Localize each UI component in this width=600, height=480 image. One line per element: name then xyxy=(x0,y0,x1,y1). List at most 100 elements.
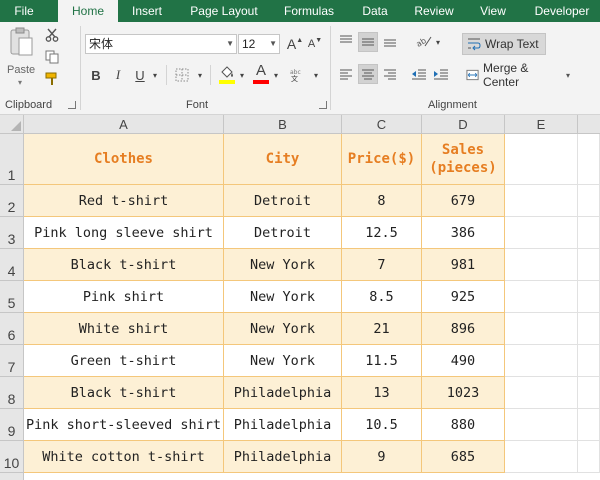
table-cell-city[interactable]: New York xyxy=(224,249,342,281)
table-cell-city[interactable]: Philadelphia xyxy=(224,409,342,441)
column-header-d[interactable]: D xyxy=(422,115,505,134)
row-header-10[interactable]: 10 xyxy=(0,441,24,473)
empty-cell[interactable] xyxy=(505,409,578,441)
row-header-7[interactable]: 7 xyxy=(0,345,24,377)
empty-cell[interactable] xyxy=(505,345,578,377)
row-header-4[interactable]: 4 xyxy=(0,249,24,281)
table-cell-city[interactable]: New York xyxy=(224,313,342,345)
table-cell-city[interactable]: Detroit xyxy=(224,185,342,217)
tab-review[interactable]: Review xyxy=(406,0,462,22)
table-cell-city[interactable]: New York xyxy=(224,345,342,377)
table-cell-price[interactable]: 8.5 xyxy=(342,281,422,313)
increase-font-size-button[interactable]: A ▲ xyxy=(286,34,304,54)
table-cell-clothes[interactable]: Red t-shirt xyxy=(24,185,224,217)
table-cell-clothes[interactable]: Pink long sleeve shirt xyxy=(24,217,224,249)
table-cell-city[interactable]: New York xyxy=(224,281,342,313)
tab-formulas[interactable]: Formulas xyxy=(276,0,342,22)
tab-view[interactable]: View xyxy=(470,0,516,22)
table-cell-clothes[interactable]: Pink short-sleeved shirt xyxy=(24,409,224,441)
table-cell-price[interactable]: 7 xyxy=(342,249,422,281)
header-cell-price[interactable]: Price($) xyxy=(342,134,422,185)
table-cell-sales[interactable]: 490 xyxy=(422,345,505,377)
fill-color-button[interactable] xyxy=(218,64,236,84)
tab-developer[interactable]: Developer xyxy=(524,0,600,22)
empty-cell[interactable] xyxy=(578,377,600,409)
table-cell-sales[interactable]: 925 xyxy=(422,281,505,313)
empty-cell[interactable] xyxy=(578,345,600,377)
clipboard-launcher-icon[interactable] xyxy=(68,101,76,109)
table-cell-price[interactable]: 12.5 xyxy=(342,217,422,249)
orientation-button[interactable]: ab xyxy=(414,32,434,50)
fill-color-dropdown-chevron-icon[interactable]: ▾ xyxy=(238,67,246,83)
header-cell-clothes[interactable]: Clothes xyxy=(24,134,224,185)
table-cell-price[interactable]: 10.5 xyxy=(342,409,422,441)
empty-cell[interactable] xyxy=(578,185,600,217)
empty-cell[interactable] xyxy=(505,249,578,281)
borders-button[interactable] xyxy=(174,66,190,84)
bold-button[interactable]: B xyxy=(89,65,103,85)
table-cell-sales[interactable]: 880 xyxy=(422,409,505,441)
empty-cell[interactable] xyxy=(505,441,578,473)
font-name-select[interactable]: 宋体 ▼ xyxy=(85,34,237,54)
row-header-8[interactable]: 8 xyxy=(0,377,24,409)
empty-cell[interactable] xyxy=(505,134,578,185)
empty-cell[interactable] xyxy=(578,409,600,441)
header-cell-city[interactable]: City xyxy=(224,134,342,185)
empty-cell[interactable] xyxy=(578,134,600,185)
bottom-align-button[interactable] xyxy=(382,32,398,50)
borders-dropdown-chevron-icon[interactable]: ▾ xyxy=(196,67,204,83)
copy-button[interactable] xyxy=(44,49,60,65)
table-cell-price[interactable]: 11.5 xyxy=(342,345,422,377)
italic-button[interactable]: I xyxy=(111,65,125,85)
decrease-indent-button[interactable] xyxy=(410,65,428,83)
row-header-1[interactable]: 1 xyxy=(0,134,24,185)
phonetic-guide-button[interactable]: abc 文 xyxy=(288,66,308,84)
column-header-a[interactable]: A xyxy=(24,115,224,134)
row-header-2[interactable]: 2 xyxy=(0,185,24,217)
empty-cell[interactable] xyxy=(505,313,578,345)
table-cell-price[interactable]: 21 xyxy=(342,313,422,345)
empty-cell[interactable] xyxy=(578,313,600,345)
empty-cell[interactable] xyxy=(578,281,600,313)
table-cell-clothes[interactable]: Black t-shirt xyxy=(24,377,224,409)
empty-cell[interactable] xyxy=(578,217,600,249)
empty-cell[interactable] xyxy=(505,281,578,313)
tab-file[interactable]: File xyxy=(2,0,46,22)
table-cell-clothes[interactable]: White cotton t-shirt xyxy=(24,441,224,473)
row-header-6[interactable]: 6 xyxy=(0,313,24,345)
underline-button[interactable]: U xyxy=(133,65,147,85)
table-cell-clothes[interactable]: Pink shirt xyxy=(24,281,224,313)
merge-center-button[interactable]: Merge & Center ▾ xyxy=(462,61,574,89)
row-header-5[interactable]: 5 xyxy=(0,281,24,313)
decrease-font-size-button[interactable]: A ▼ xyxy=(306,34,324,54)
tab-home[interactable]: Home xyxy=(58,0,118,23)
align-center-button[interactable] xyxy=(358,64,378,84)
table-cell-sales[interactable]: 896 xyxy=(422,313,505,345)
tab-insert[interactable]: Insert xyxy=(121,0,173,22)
table-cell-city[interactable]: Detroit xyxy=(224,217,342,249)
font-size-select[interactable]: 12 ▼ xyxy=(238,34,280,54)
wrap-text-button[interactable]: Wrap Text xyxy=(462,33,546,55)
row-header-3[interactable]: 3 xyxy=(0,217,24,249)
table-cell-price[interactable]: 13 xyxy=(342,377,422,409)
table-cell-sales[interactable]: 981 xyxy=(422,249,505,281)
empty-cell[interactable] xyxy=(505,217,578,249)
cut-button[interactable] xyxy=(44,27,60,43)
font-launcher-icon[interactable] xyxy=(319,101,327,109)
font-color-button[interactable]: A xyxy=(252,62,270,84)
table-cell-city[interactable]: Philadelphia xyxy=(224,377,342,409)
orientation-dropdown-chevron-icon[interactable]: ▾ xyxy=(434,34,442,50)
paste-button[interactable] xyxy=(6,26,36,60)
column-header-b[interactable]: B xyxy=(224,115,342,134)
table-cell-clothes[interactable]: Green t-shirt xyxy=(24,345,224,377)
top-align-button[interactable] xyxy=(338,32,354,50)
tab-page-layout[interactable]: Page Layout xyxy=(182,0,266,22)
select-all-button[interactable] xyxy=(0,115,24,134)
empty-cell[interactable] xyxy=(505,185,578,217)
align-left-button[interactable] xyxy=(338,65,354,83)
format-painter-button[interactable] xyxy=(44,71,60,87)
table-cell-sales[interactable]: 1023 xyxy=(422,377,505,409)
row-header-11[interactable] xyxy=(0,473,24,480)
align-right-button[interactable] xyxy=(382,65,398,83)
table-cell-city[interactable]: Philadelphia xyxy=(224,441,342,473)
